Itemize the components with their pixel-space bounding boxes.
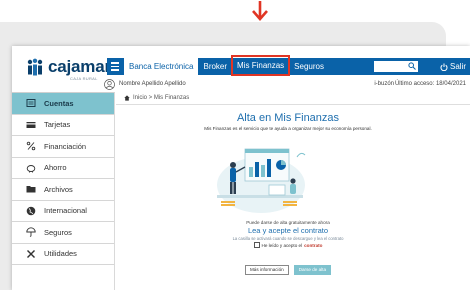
sidebar-item-label: Cuentas [44,98,74,108]
action-buttons: Más información Darse de alta [116,265,460,275]
sidebar-item-tarjetas[interactable]: Tarjetas [12,115,114,136]
user-bar: Nombre Apellido Apellido i-buzón Último … [104,77,470,91]
wallet-icon [26,99,36,108]
sidebar-item-label: Financiación [44,141,87,151]
sidebar-item-ahorro[interactable]: Ahorro [12,158,114,179]
last-access: Último acceso: 18/04/2021 [394,81,466,87]
accept-contract-checkbox[interactable] [253,242,260,248]
contract-link[interactable]: contrato [304,243,322,248]
sidebar-item-label: Archivos [44,184,73,194]
free-signup-text: Puede darse de alta gratuitamente ahora [246,220,330,225]
piggy-bank-icon [26,164,36,173]
browser-window: cajamar CAJA RURAL Banca Electrónica Bro… [12,46,470,290]
user-name: Nombre Apellido Apellido [119,81,186,87]
power-icon [440,63,448,71]
nav-broker[interactable]: Broker [198,58,232,75]
accept-contract-label: He leído y acepto el [261,242,303,248]
sidebar: Cuentas Tarjetas Financiación Ahorro Arc… [12,92,115,290]
search-icon[interactable] [408,62,416,70]
sidebar-item-cuentas[interactable]: Cuentas [12,93,114,115]
cajamar-logo[interactable]: cajamar [26,58,111,78]
sidebar-item-label: Seguros [44,227,72,237]
sidebar-item-financiacion[interactable]: Financiación [12,136,114,158]
nav-seguros[interactable]: Seguros [289,58,329,75]
finance-illustration [217,148,306,213]
user-avatar-icon[interactable] [104,78,115,90]
page-subtitle: Mis Finanzas es el servicio que te ayuda… [204,126,372,131]
hamburger-menu-icon[interactable] [107,58,122,75]
signup-button[interactable]: Darse de alta [293,265,332,275]
umbrella-icon [26,227,36,237]
sidebar-item-label: Utilidades [44,249,77,259]
accept-contract-row: He leído y acepto el contrato [116,242,460,248]
percent-icon [26,142,36,151]
brand-subtitle: CAJA RURAL [70,76,98,81]
sidebar-item-internacional[interactable]: Internacional [12,201,114,222]
top-navigation: Banca Electrónica Broker Mis Finanzas Se… [107,55,470,76]
contract-note: La casilla se activará cuando se descarg… [232,236,344,241]
sidebar-item-label: Tarjetas [44,120,71,130]
sidebar-item-archivos[interactable]: Archivos [12,179,114,201]
page-title: Alta en Mis Finanzas [236,112,340,124]
sidebar-item-utilidades[interactable]: Utilidades [12,244,114,265]
card-icon [26,121,36,128]
nav-mis-finanzas[interactable]: Mis Finanzas [231,55,291,76]
home-icon[interactable] [124,95,130,101]
read-contract-link[interactable]: Lea y acepte el contrato [116,226,460,235]
brand-name: cajamar [48,57,111,76]
ibuzon-link[interactable]: i-buzón [374,77,394,91]
more-info-button[interactable]: Más información [244,265,289,275]
folder-icon [26,186,36,193]
logout-button[interactable]: Salir [440,58,466,75]
red-arrow-down-icon [252,1,268,21]
cajamar-logo-icon [27,58,43,76]
sidebar-item-seguros[interactable]: Seguros [12,222,114,244]
breadcrumb: Inicio > Mis Finanzas [124,95,189,101]
nav-banca-electronica[interactable]: Banca Electrónica [124,58,199,75]
divider [116,104,470,105]
breadcrumb-text[interactable]: Inicio > Mis Finanzas [133,95,189,101]
sidebar-item-label: Ahorro [44,163,67,173]
sidebar-item-label: Internacional [44,206,87,216]
search-input[interactable] [374,61,418,72]
globe-icon [26,206,36,216]
tools-icon [27,249,35,258]
logout-label: Salir [449,62,466,71]
